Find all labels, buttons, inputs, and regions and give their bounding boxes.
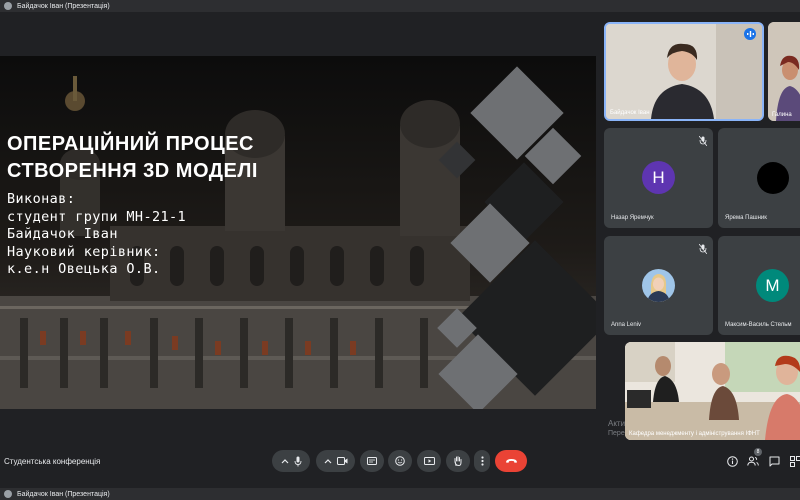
participant-tile[interactable]: Кафедра менеджменту і адміністрування ІФ… [625, 342, 800, 440]
participant-tile[interactable]: Байдачок Іван [604, 22, 764, 121]
raise-hand-button[interactable] [446, 450, 470, 472]
chevron-up-icon[interactable] [324, 458, 332, 464]
avatar [642, 269, 675, 302]
more-options-button[interactable] [474, 450, 490, 472]
speaking-indicator-icon [744, 28, 756, 40]
slide-body-line: к.е.н Овецька О.В. [7, 261, 161, 277]
participant-video [625, 342, 800, 440]
people-button[interactable] [746, 454, 760, 468]
mic-off-icon [699, 244, 707, 254]
present-button[interactable] [417, 450, 441, 472]
participant-tile[interactable]: Ярема Пашник [718, 128, 800, 228]
slide-title-line: ОПЕРАЦІЙНИЙ ПРОЦЕС [7, 133, 254, 155]
activities-button[interactable] [788, 454, 800, 468]
camera-control-group[interactable] [316, 450, 355, 472]
chat-button[interactable] [767, 454, 781, 468]
participant-video [606, 24, 762, 119]
end-call-button[interactable] [495, 450, 527, 472]
participant-tile[interactable]: Галина [768, 22, 800, 121]
participant-tile[interactable]: Н Назар Яремчук [604, 128, 713, 228]
people-icon [747, 456, 759, 466]
participant-name: Назар Яремчук [611, 215, 654, 221]
mic-off-icon [699, 136, 707, 146]
app-icon [4, 2, 12, 10]
participant-tile[interactable]: Anna Leniv [604, 236, 713, 335]
participant-name: Байдачок Іван [610, 110, 650, 116]
slide-body-line: Науковий керівник: [7, 243, 161, 260]
activate-windows-line1: Акти [608, 419, 626, 428]
slide-title-line: СТВОРЕННЯ 3D МОДЕЛІ [7, 160, 258, 182]
participant-name: Максим-Василь Стельм [725, 322, 792, 328]
control-bar: Студентська конференція 8 [0, 440, 800, 486]
participant-name: Кафедра менеджменту і адміністрування ІФ… [629, 431, 760, 437]
captions-button[interactable] [360, 450, 384, 472]
app-icon [4, 490, 12, 498]
shared-presentation: ОПЕРАЦІЙНИЙ ПРОЦЕС СТВОРЕННЯ 3D МОДЕЛІ В… [0, 56, 596, 409]
present-icon [423, 457, 435, 465]
avatar: M [756, 269, 789, 302]
window-title: Байдачок Іван (Презентація) [17, 2, 110, 10]
reactions-button[interactable] [388, 450, 412, 472]
activate-windows-line2: Пере [608, 430, 625, 437]
info-icon [726, 455, 738, 467]
avatar: Н [642, 161, 675, 194]
meeting-info-button[interactable] [725, 454, 739, 468]
participant-name: Ярема Пашник [725, 215, 767, 221]
window-titlebar: Байдачок Іван (Презентація) [0, 0, 800, 12]
captions-icon [367, 457, 377, 465]
meet-window: Байдачок Іван (Презентація) ОПЕРАЦІЙНИЙ … [0, 0, 800, 500]
raise-hand-icon [454, 456, 462, 466]
slide-body-line: студент групи МН-21-1 [7, 208, 187, 225]
slide-body-line: Виконав: [7, 191, 76, 207]
slide-body: Виконав: студент групи МН-21-1 Байдачок … [7, 191, 186, 279]
chat-icon [769, 456, 779, 466]
chevron-up-icon[interactable] [281, 458, 289, 464]
participant-video [768, 22, 800, 121]
camera-icon[interactable] [336, 457, 348, 465]
slide-body-line: Байдачок Іван [7, 226, 118, 242]
avatar [757, 162, 789, 194]
end-call-icon [505, 459, 517, 463]
activities-icon [789, 455, 800, 467]
participant-name: Anna Leniv [611, 322, 642, 328]
mic-icon[interactable] [294, 456, 302, 467]
taskbar-window-title: Байдачок Іван (Презентація) [0, 488, 800, 500]
participant-tile[interactable]: M Максим-Василь Стельм [718, 236, 800, 335]
window-title: Байдачок Іван (Презентація) [17, 490, 110, 498]
mic-control-group[interactable] [272, 450, 310, 472]
slide-title: ОПЕРАЦІЙНИЙ ПРОЦЕС СТВОРЕННЯ 3D МОДЕЛІ [7, 131, 258, 185]
presentation-header-strip [0, 12, 600, 28]
participant-name: Галина [772, 112, 792, 118]
emoji-icon [395, 456, 405, 466]
meeting-name: Студентська конференція [4, 457, 101, 466]
more-icon [480, 456, 484, 466]
